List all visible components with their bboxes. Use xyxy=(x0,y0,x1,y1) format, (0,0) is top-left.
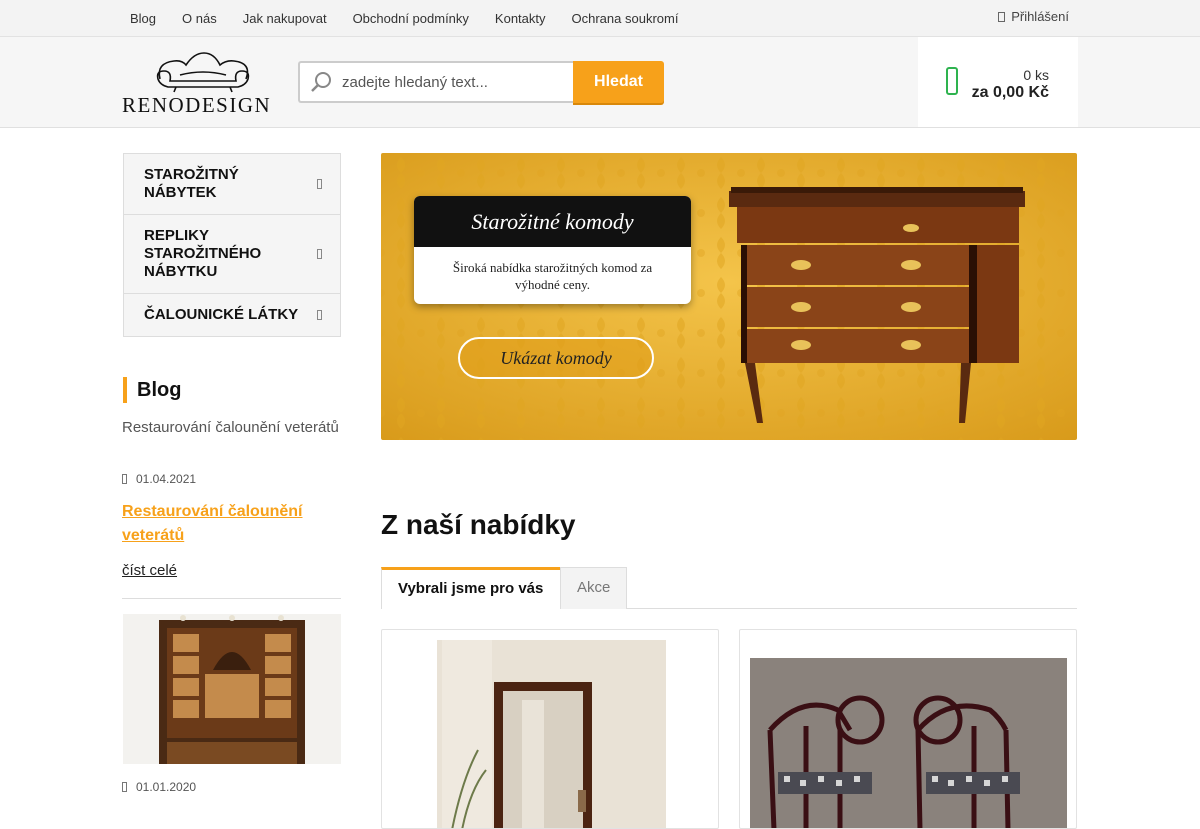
cart-count: 0 ks xyxy=(1023,67,1049,83)
blog-heading: Blog xyxy=(123,377,181,403)
chevron-right-icon xyxy=(317,179,322,189)
search-form: Hledat xyxy=(298,61,664,103)
tab-recommended[interactable]: Vybrali jsme pro vás xyxy=(381,567,561,609)
post-divider xyxy=(122,598,341,599)
read-more-link[interactable]: číst celé xyxy=(122,562,177,579)
category-replicas[interactable]: REPLIKY STAROŽITNÉHO NÁBYTKU xyxy=(124,215,340,294)
search-input[interactable] xyxy=(342,73,562,91)
login-label: Přihlášení xyxy=(1011,9,1069,24)
calendar-icon xyxy=(122,474,127,484)
search-icon xyxy=(311,72,331,92)
product-card[interactable] xyxy=(381,629,719,829)
banner-title: Starožitné komody xyxy=(414,196,691,247)
offers-heading: Z naší nabídky xyxy=(381,509,576,540)
promo-banner[interactable]: Starožitné komody Široká nabídka staroži… xyxy=(381,153,1077,440)
product-image-mirror[interactable] xyxy=(382,630,719,829)
show-commodes-button[interactable]: Ukázat komody xyxy=(458,337,654,379)
nav-link-blog[interactable]: Blog xyxy=(130,11,156,26)
post-date-text: 01.01.2020 xyxy=(136,780,197,794)
post-image-broken[interactable]: Restaurování čalounění veterátů xyxy=(122,419,341,437)
offer-tabs: Vybrali jsme pro vás Akce xyxy=(381,567,1077,609)
post-date-text: 01.04.2021 xyxy=(136,472,197,486)
nav-link-about[interactable]: O nás xyxy=(182,11,217,26)
login-link[interactable]: Přihlášení xyxy=(998,9,1069,24)
sofa-logo-icon xyxy=(156,52,250,93)
tab-sale[interactable]: Akce xyxy=(560,567,627,609)
category-antique-furniture[interactable]: STAROŽITNÝ NÁBYTEK xyxy=(124,154,340,215)
product-image-armchairs[interactable] xyxy=(740,630,1077,829)
category-menu: STAROŽITNÝ NÁBYTEK REPLIKY STAROŽITNÉHO … xyxy=(123,153,341,337)
post-date: 01.04.2021 xyxy=(122,472,196,486)
search-button[interactable]: Hledat xyxy=(573,61,664,103)
cart-total: za 0,00 Kč xyxy=(971,84,1049,101)
nav-link-contacts[interactable]: Kontakty xyxy=(495,11,546,26)
banner-subtitle: Široká nabídka starožitných komod za výh… xyxy=(452,260,653,292)
chevron-right-icon xyxy=(317,249,322,259)
lock-icon xyxy=(998,11,1006,22)
calendar-icon xyxy=(122,782,127,792)
post-date: 01.01.2020 xyxy=(122,780,196,794)
category-label: REPLIKY STAROŽITNÉHO NÁBYTKU xyxy=(144,227,262,280)
nav-link-terms[interactable]: Obchodní podmínky xyxy=(353,11,469,26)
chevron-right-icon xyxy=(317,310,322,320)
banner-caption: Starožitné komody Široká nabídka staroži… xyxy=(414,196,691,304)
nav-link-privacy[interactable]: Ochrana soukromí xyxy=(572,11,679,26)
logo-text: RENODESIGN xyxy=(122,93,272,117)
post-image-secretary[interactable] xyxy=(123,614,341,764)
cart-widget[interactable]: 0 ks za 0,00 Kč xyxy=(918,37,1078,127)
product-card[interactable] xyxy=(739,629,1077,829)
search-box xyxy=(298,61,573,103)
post-title-link[interactable]: Restaurování čalounění veterátů xyxy=(122,500,341,548)
category-label: STAROŽITNÝ NÁBYTEK xyxy=(144,166,239,201)
cart-icon xyxy=(946,67,958,95)
category-label: ČALOUNICKÉ LÁTKY xyxy=(144,306,299,323)
site-logo[interactable]: RENODESIGN xyxy=(122,49,284,117)
top-bar: Blog O nás Jak nakupovat Obchodní podmín… xyxy=(0,0,1200,37)
top-navigation: Blog O nás Jak nakupovat Obchodní podmín… xyxy=(130,0,704,36)
site-header: RENODESIGN Hledat 0 ks za 0,00 Kč xyxy=(0,37,1200,128)
nav-link-how-to-buy[interactable]: Jak nakupovat xyxy=(243,11,327,26)
category-upholstery-fabrics[interactable]: ČALOUNICKÉ LÁTKY xyxy=(124,294,340,336)
